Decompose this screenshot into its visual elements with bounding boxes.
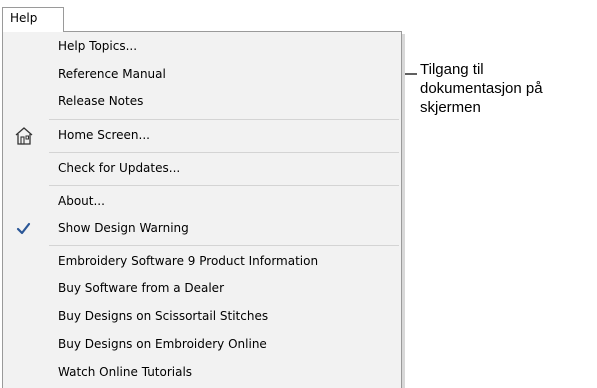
home-screen-icon (14, 126, 34, 146)
callout-line-2: dokumentasjon på (420, 80, 543, 97)
menu-item-show-design-warning[interactable]: Show Design Warning (3, 216, 401, 241)
callout-line-1: Tilgang til (420, 61, 484, 78)
canvas: Help Help Topics... Reference Manual Rel… (0, 0, 597, 388)
menu-separator (49, 185, 399, 186)
menu-item-buy-software-dealer[interactable]: Buy Software from a Dealer (3, 276, 401, 301)
menu-item-help-topics[interactable]: Help Topics... (3, 34, 401, 59)
menu-item-label: Embroidery Software 9 Product Informatio… (58, 254, 319, 268)
menu-item-label: Release Notes (58, 94, 144, 108)
menu-separator (49, 119, 399, 120)
menu-separator (49, 152, 399, 153)
menu-item-label: About... (58, 194, 105, 208)
menu-item-about[interactable]: About... (3, 189, 401, 214)
menu-item-label: Home Screen... (58, 128, 150, 142)
menu-item-check-for-updates[interactable]: Check for Updates... (3, 156, 401, 181)
checkmark-icon (14, 219, 34, 239)
menu-item-label: Show Design Warning (58, 221, 189, 235)
menu-item-label: Help Topics... (58, 39, 138, 53)
menu-item-label: Buy Designs on Scissortail Stitches (58, 309, 269, 323)
menu-item-buy-designs-scissortail[interactable]: Buy Designs on Scissortail Stitches (3, 304, 401, 329)
help-dropdown-menu: Help Topics... Reference Manual Release … (2, 31, 402, 388)
menu-item-label: Buy Designs on Embroidery Online (58, 337, 267, 351)
menu-item-home-screen[interactable]: Home Screen... (3, 123, 401, 148)
menu-item-label: Check for Updates... (58, 161, 181, 175)
menu-item-reference-manual[interactable]: Reference Manual (3, 62, 401, 87)
menu-item-label: Reference Manual (58, 67, 166, 81)
callout-line-3: skjermen (420, 99, 481, 116)
callout-annotation: Tilgang til dokumentasjon på skjermen (420, 60, 596, 117)
menu-item-release-notes[interactable]: Release Notes (3, 89, 401, 114)
menu-item-watch-online-tutorials[interactable]: Watch Online Tutorials (3, 360, 401, 385)
menu-item-product-information[interactable]: Embroidery Software 9 Product Informatio… (3, 249, 401, 274)
help-menu-title: Help (10, 11, 38, 25)
menu-item-buy-designs-embroidery-online[interactable]: Buy Designs on Embroidery Online (3, 332, 401, 357)
menu-item-label: Buy Software from a Dealer (58, 281, 225, 295)
menu-item-label: Watch Online Tutorials (58, 365, 193, 379)
menu-separator (49, 245, 399, 246)
help-menu-tab[interactable]: Help (2, 7, 64, 32)
